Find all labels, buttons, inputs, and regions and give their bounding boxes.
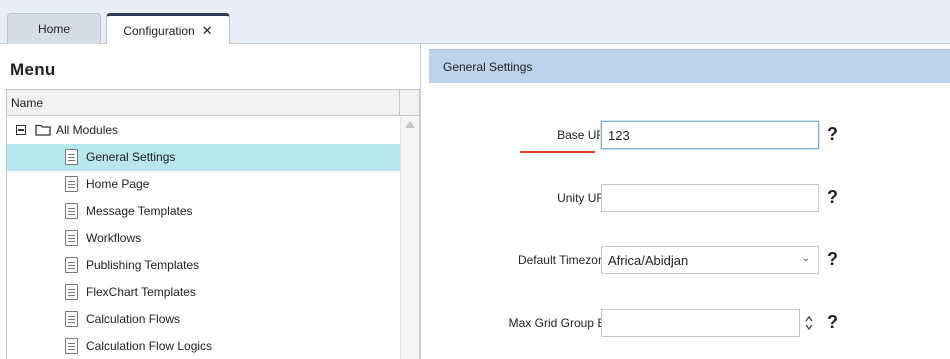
document-icon (65, 311, 78, 327)
tree-rows: All Modules General Settings Home Page M… (7, 117, 400, 359)
tab-bar: Home Configuration ✕ (0, 0, 950, 45)
default-timezone-help-icon[interactable]: ? (827, 249, 838, 270)
document-icon (65, 284, 78, 300)
document-icon (65, 176, 78, 192)
tree-item-general-settings[interactable]: General Settings (7, 144, 400, 171)
tree-item-flexchart-templates[interactable]: FlexChart Templates (7, 279, 400, 306)
grid-header: Name (7, 90, 419, 116)
tree-item-publishing-templates[interactable]: Publishing Templates (7, 252, 400, 279)
unity-url-help-icon[interactable]: ? (827, 187, 838, 208)
tree-root-label: All Modules (56, 123, 119, 137)
column-header-name[interactable]: Name (11, 96, 43, 110)
document-icon (65, 230, 78, 246)
collapse-icon[interactable] (16, 125, 26, 135)
grid-header-spacer (399, 90, 419, 115)
base-url-highlight-underline (520, 151, 595, 153)
tree-item-label: Workflows (86, 231, 142, 245)
max-grid-group-by-input[interactable] (601, 309, 800, 337)
tree-item-label: Calculation Flows (86, 312, 181, 326)
menu-panel: Menu Name All Modules General Settings H… (0, 44, 421, 359)
folder-icon (35, 124, 51, 136)
tree-item-workflows[interactable]: Workflows (7, 225, 400, 252)
tree-item-message-templates[interactable]: Message Templates (7, 198, 400, 225)
tree-item-home-page[interactable]: Home Page (7, 171, 400, 198)
close-icon[interactable]: ✕ (202, 23, 213, 39)
max-grid-group-by-help-icon[interactable]: ? (827, 312, 838, 333)
tree-item-label: Home Page (86, 177, 150, 191)
tree-scrollbar[interactable] (400, 117, 419, 359)
default-timezone-value: Africa/Abidjan (608, 253, 689, 268)
base-url-help-icon[interactable]: ? (827, 124, 838, 145)
base-url-input[interactable] (601, 121, 819, 149)
settings-panel-title: General Settings (443, 60, 533, 74)
tab-home-label: Home (37, 22, 70, 36)
scroll-up-arrow-icon[interactable] (405, 121, 415, 128)
tree-item-label: Publishing Templates (86, 258, 200, 272)
settings-panel-header: General Settings (429, 49, 950, 83)
chevron-down-icon: ⌄ (801, 253, 810, 264)
tab-configuration-label: Configuration (123, 23, 195, 38)
document-icon (65, 203, 78, 219)
document-icon (65, 338, 78, 354)
tab-configuration[interactable]: Configuration ✕ (106, 13, 230, 45)
unity-url-input[interactable] (601, 184, 819, 212)
default-timezone-select[interactable]: Africa/Abidjan ⌄ (601, 246, 819, 274)
menu-title: Menu (10, 60, 56, 79)
menu-tree-grid: Name All Modules General Settings Home P… (6, 89, 420, 359)
number-stepper[interactable] (803, 314, 815, 332)
stepper-arrows-icon[interactable] (804, 314, 814, 332)
tree-item-label: Message Templates (86, 204, 193, 218)
tree-item-calculation-flows[interactable]: Calculation Flows (7, 306, 400, 333)
tree-item-label: General Settings (86, 150, 176, 164)
tree-item-label: FlexChart Templates (86, 285, 196, 299)
tab-home[interactable]: Home (7, 13, 101, 44)
document-icon (65, 257, 78, 273)
tree-item-label: Calculation Flow Logics (86, 339, 213, 353)
tree-item-calculation-flow-logics[interactable]: Calculation Flow Logics (7, 333, 400, 359)
document-icon (65, 149, 78, 165)
tree-root-row[interactable]: All Modules (7, 117, 400, 144)
